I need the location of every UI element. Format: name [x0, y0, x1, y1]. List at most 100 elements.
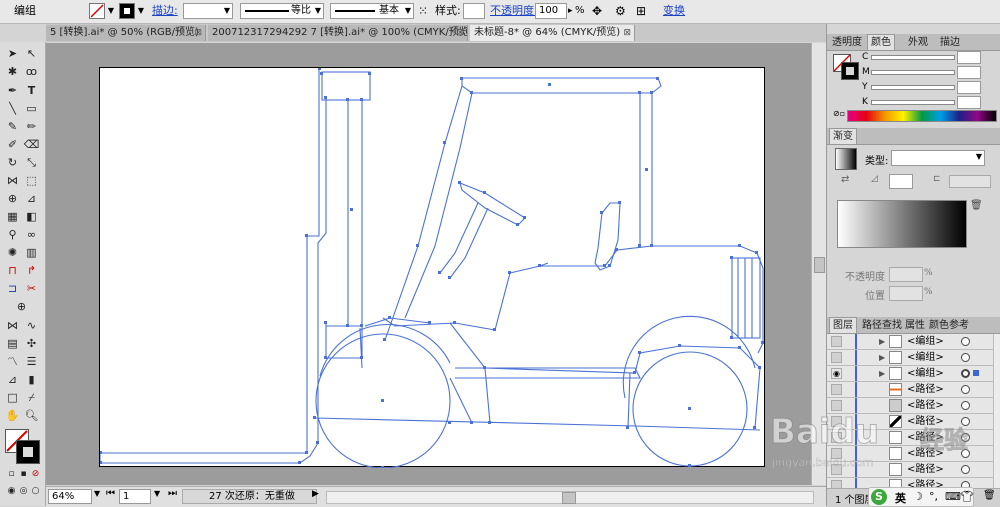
variable-width-profile[interactable]: 等比 ▼	[240, 3, 324, 19]
selection-tool-icon[interactable]: ➤	[4, 46, 21, 62]
layer-row[interactable]: ▶ <编组>	[827, 334, 995, 350]
rectangle-tool-icon[interactable]: ▭	[23, 101, 40, 117]
vertical-scrollbar[interactable]	[811, 43, 826, 485]
gradient-thumbnail[interactable]	[835, 148, 857, 170]
target-icon[interactable]	[961, 433, 970, 442]
column-graph-icon[interactable]: ▥	[23, 245, 40, 261]
tab-doc-3[interactable]: 未标题-8* @ 64% (CMYK/预览) ⊠	[470, 25, 635, 41]
scissors-icon[interactable]: ✂	[23, 281, 40, 297]
scale-tool-icon[interactable]: ⤡	[23, 155, 40, 171]
gradient-type-select[interactable]: ▼	[891, 150, 985, 166]
measure-icon[interactable]: ⊿	[4, 372, 21, 388]
horizontal-scrollbar[interactable]	[326, 491, 814, 504]
eraser-tool-icon[interactable]: ⊐	[4, 281, 21, 297]
none-mode-icon[interactable]: ⊘	[27, 466, 44, 482]
first-page-icon[interactable]: ⏮	[106, 488, 115, 499]
layer-row[interactable]: <路径>	[827, 430, 995, 446]
target-icon[interactable]	[961, 449, 970, 458]
symbol-sprayer-icon[interactable]: ✺	[4, 245, 21, 261]
transform-link[interactable]: 变换	[663, 3, 685, 19]
globe-tool-icon[interactable]: ⊕	[13, 299, 30, 315]
crop-icon[interactable]: □	[4, 390, 21, 406]
ime-mode-label[interactable]: 英	[895, 490, 906, 506]
target-icon[interactable]	[961, 369, 970, 378]
line-tool-icon[interactable]: ╲	[4, 101, 21, 117]
gradient-location-field[interactable]	[889, 286, 923, 301]
angle-field[interactable]	[889, 174, 913, 189]
tab-attributes[interactable]: 属性	[902, 318, 928, 333]
trash-icon[interactable]: 🗑︎	[970, 200, 983, 211]
slider-m[interactable]	[871, 70, 955, 75]
layer-row[interactable]: ◉ ▶ <编组>	[827, 366, 995, 382]
forklift-drawing[interactable]	[100, 68, 766, 468]
gradient-opacity-field[interactable]	[889, 267, 923, 282]
lasso-icon[interactable]: ꝏ	[23, 64, 40, 80]
tab-appearance[interactable]: 外观	[905, 35, 931, 50]
tab-doc-2[interactable]: 200712317294292 7 [转换].ai* @ 100% (CMYK/…	[208, 25, 468, 41]
type-tool-icon[interactable]: T	[23, 83, 40, 99]
paintbrush-icon[interactable]: ✎	[4, 119, 21, 135]
direct-selection-tool-icon[interactable]: ↖	[23, 46, 40, 62]
color-spectrum[interactable]	[847, 110, 997, 122]
selection-square[interactable]	[973, 370, 979, 376]
scroll-thumb[interactable]	[814, 257, 825, 273]
draw-inside-icon[interactable]: ○	[27, 483, 44, 499]
eyedropper-icon[interactable]: ⚲	[4, 227, 21, 243]
slider-c[interactable]	[871, 55, 955, 60]
opacity-input[interactable]: 100	[535, 3, 567, 19]
shape-builder-icon[interactable]: ⊕	[4, 191, 21, 207]
page-field[interactable]: 1	[119, 489, 151, 504]
status-menu-arrow[interactable]: ▶	[312, 489, 319, 499]
fill-swatch[interactable]	[89, 3, 105, 19]
reverse-gradient-icon[interactable]: ⇄	[841, 174, 849, 185]
opacity-dropdown-arrow[interactable]: ▸	[568, 3, 573, 19]
crystallize-icon[interactable]: ✣	[23, 336, 40, 352]
target-icon[interactable]	[961, 465, 970, 474]
target-icon[interactable]	[961, 385, 970, 394]
target-icon[interactable]	[961, 337, 970, 346]
gear-icon[interactable]: ⚙	[615, 3, 626, 19]
layer-row[interactable]: <路径>	[827, 414, 995, 430]
bar-graph-icon[interactable]: ▮	[23, 372, 40, 388]
tab-layers[interactable]: 图层	[829, 317, 857, 333]
tab-gradient[interactable]: 渐变	[829, 128, 857, 144]
wave-tool-icon[interactable]: 〽	[4, 354, 21, 370]
style-dropdown[interactable]	[463, 3, 485, 19]
fill-dropdown-arrow[interactable]: ▼	[106, 3, 116, 19]
moon-icon[interactable]: ☽	[913, 490, 923, 503]
zoom-tool-icon[interactable]: 🔍︎	[23, 408, 40, 424]
tab-color[interactable]: 颜色	[867, 34, 895, 50]
tab-color-guide[interactable]: 颜色参考	[926, 318, 972, 333]
width-tool-icon[interactable]: ⋈	[4, 173, 21, 189]
none-color-icon[interactable]: ⊘▫	[833, 109, 848, 118]
magic-wand-icon[interactable]: ✱	[4, 64, 21, 80]
brush-definition[interactable]: 基本 ▼	[330, 3, 414, 19]
slider-k[interactable]	[871, 100, 955, 105]
stroke-box[interactable]	[16, 440, 40, 464]
value-m[interactable]	[957, 66, 981, 79]
rotate-tool-icon[interactable]: ↻	[4, 155, 21, 171]
mesh-tool-icon[interactable]: ▦	[4, 209, 21, 225]
slider-y[interactable]	[871, 85, 955, 90]
punctuation-icon[interactable]: °,	[929, 490, 938, 503]
pencil-icon[interactable]: ✏	[23, 119, 40, 135]
value-c[interactable]	[957, 51, 981, 64]
stroke-dropdown-arrow[interactable]: ▼	[136, 3, 146, 19]
graph-tool-icon[interactable]: ▤	[4, 336, 21, 352]
aspect-field[interactable]	[949, 175, 991, 188]
slice-tool-icon[interactable]: ↱	[23, 263, 40, 279]
chevron-down-icon[interactable]: ▼	[94, 489, 100, 498]
keyboard-icon[interactable]: ⌨	[945, 490, 961, 503]
gradient-slider[interactable]	[837, 200, 967, 248]
knife-icon[interactable]: ⌿	[23, 390, 40, 406]
scroll-thumb[interactable]	[562, 492, 576, 504]
layer-row[interactable]: <路径>	[827, 446, 995, 462]
hand-tool-icon[interactable]: ✋	[4, 408, 21, 424]
shirt-icon[interactable]: 👕︎	[960, 490, 974, 503]
value-y[interactable]	[957, 81, 981, 94]
graphic-style-icon[interactable]: ⁙	[418, 3, 428, 19]
close-icon[interactable]: ⊠	[623, 25, 631, 41]
tab-doc-1[interactable]: 5 [转换].ai* @ 50% (RGB/预览) ⊠	[46, 25, 206, 41]
blob-brush-icon[interactable]: ✐	[4, 137, 21, 153]
opacity-link[interactable]: 不透明度:	[490, 3, 538, 19]
